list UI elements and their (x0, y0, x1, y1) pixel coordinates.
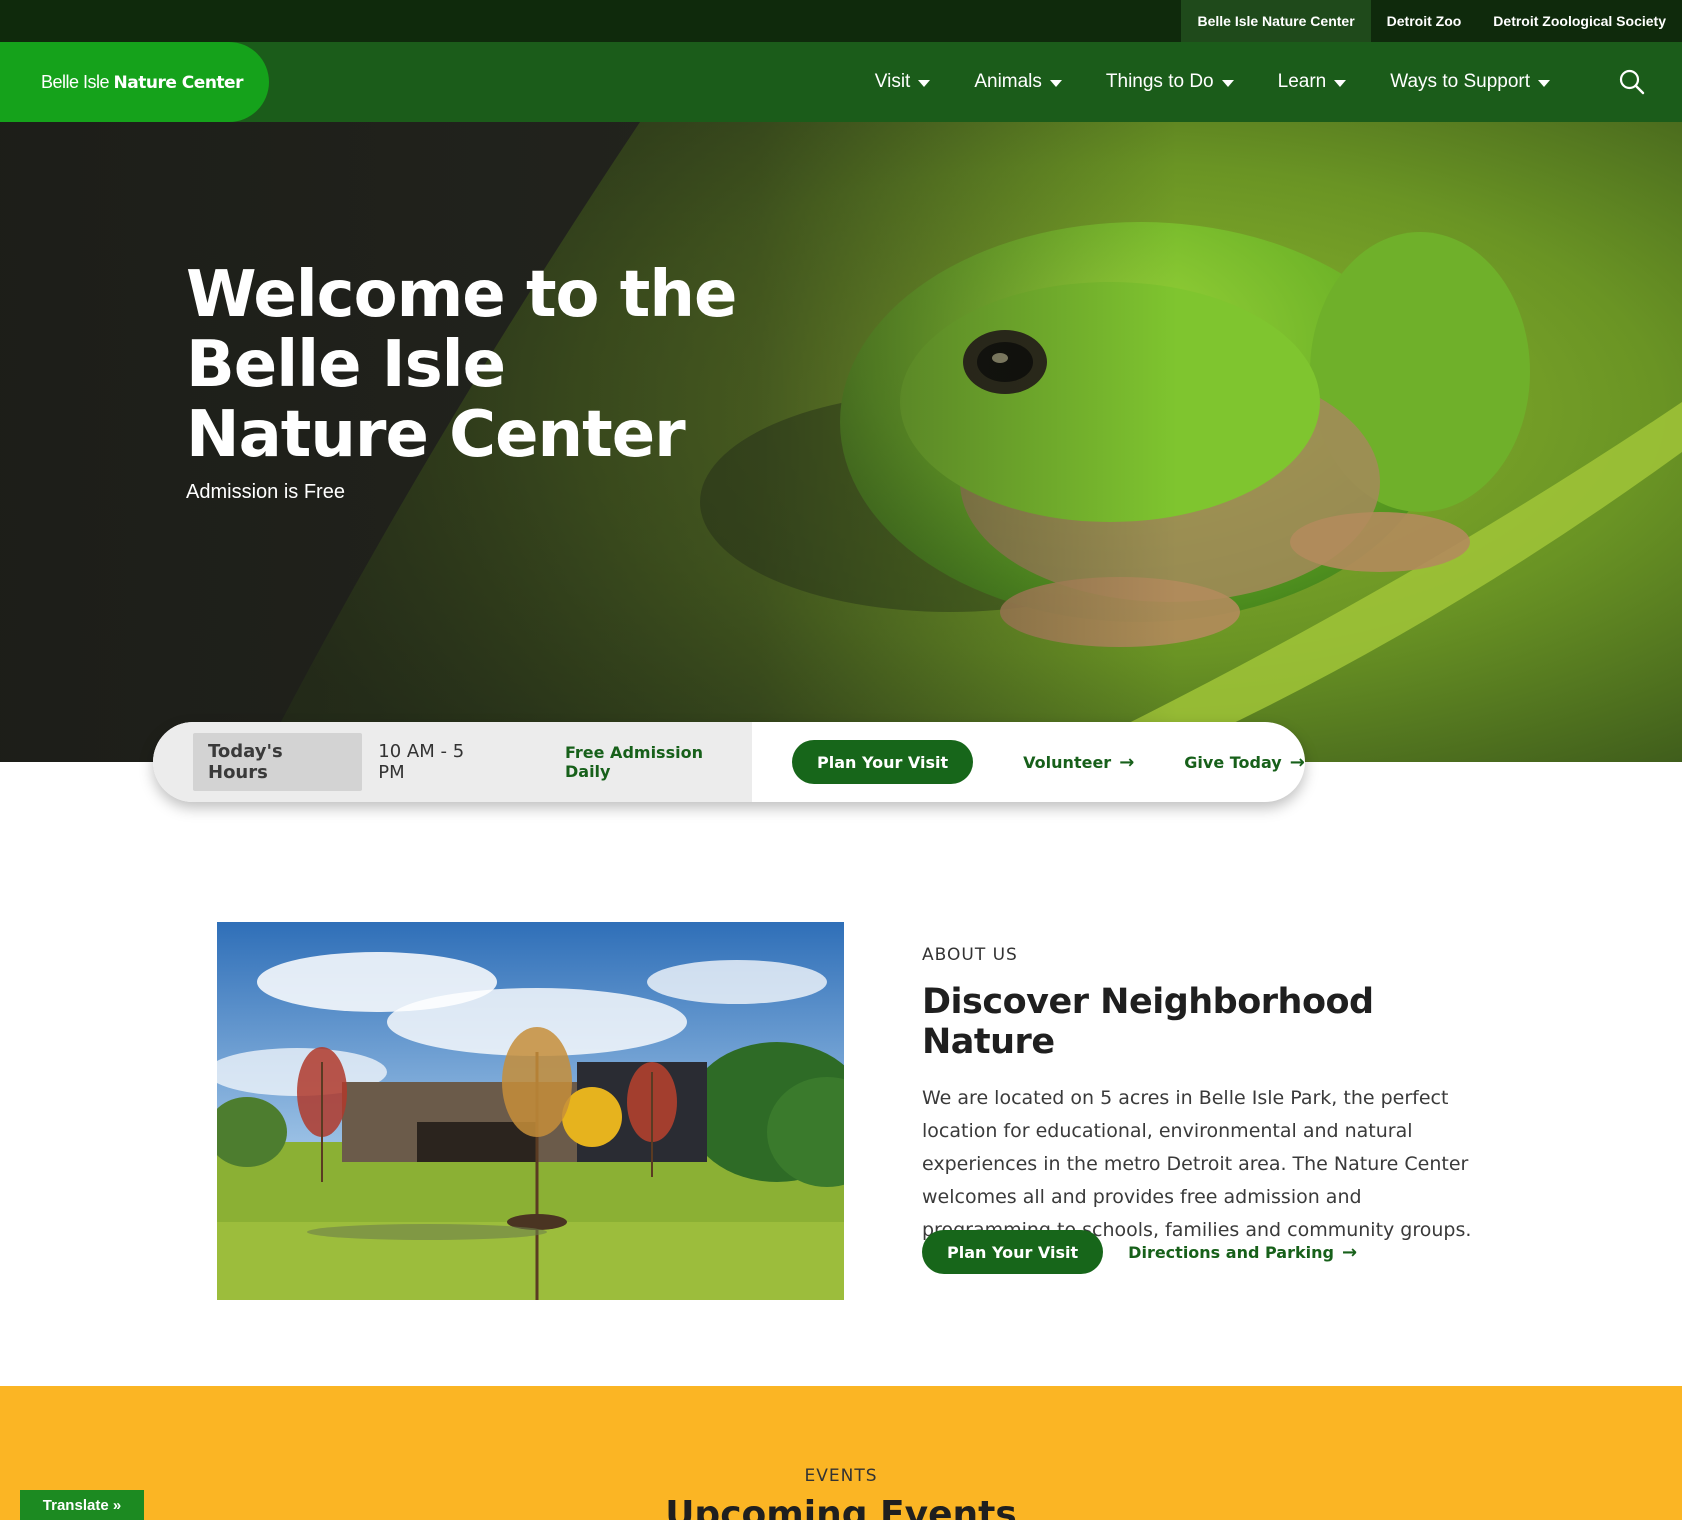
logo[interactable]: Belle Isle Nature Center (0, 42, 269, 122)
nav-item-label: Learn (1277, 71, 1327, 92)
nav-item-animals[interactable]: Animals (952, 42, 1084, 122)
hero-banner: Welcome to the Belle Isle Nature Center … (0, 122, 1682, 762)
nav-item-label: Things to Do (1105, 71, 1214, 92)
arrow-right-icon: → (1289, 751, 1305, 773)
directions-link-label: Directions and Parking (1128, 1242, 1334, 1262)
nav-item-learn[interactable]: Learn (1256, 42, 1369, 122)
hero-subtitle: Admission is Free (186, 481, 345, 503)
nav-item-label: Animals (974, 71, 1042, 92)
utility-link-belle-isle[interactable]: Belle Isle Nature Center (1181, 0, 1371, 42)
nav-item-ways-to-support[interactable]: Ways to Support (1368, 42, 1572, 122)
translate-button[interactable]: Translate » (20, 1490, 144, 1520)
arrow-right-icon: → (1119, 751, 1135, 773)
logo-text-heavy: Nature Center (113, 72, 244, 93)
plan-your-visit-button[interactable]: Plan Your Visit (792, 740, 974, 784)
cta-panel: Plan Your Visit Volunteer → Give Today → (752, 722, 1305, 802)
caret-down-icon (1334, 79, 1347, 87)
volunteer-link-label: Volunteer (1023, 752, 1112, 772)
give-today-link-label: Give Today (1184, 752, 1282, 772)
utility-bar: Belle Isle Nature Center Detroit Zoo Det… (0, 0, 1682, 42)
volunteer-link[interactable]: Volunteer → (1023, 752, 1134, 773)
utility-link-detroit-zoo[interactable]: Detroit Zoo (1371, 0, 1478, 42)
nav-menu: Visit Animals Things to Do Learn Ways to… (853, 42, 1572, 122)
info-bar: Today's Hours 10 AM - 5 PM Free Admissio… (153, 722, 1305, 802)
about-section: ABOUT US Discover Neighborhood Nature We… (922, 945, 1482, 1247)
nature-center-building-image (217, 922, 844, 1300)
hero-title: Welcome to the Belle Isle Nature Center (186, 258, 737, 472)
todays-hours-label: Today's Hours (193, 733, 363, 791)
main-nav: Belle Isle Nature Center Visit Animals T… (0, 42, 1682, 122)
arrow-right-icon: → (1341, 1241, 1358, 1263)
nav-item-things-to-do[interactable]: Things to Do (1084, 42, 1256, 122)
caret-down-icon (1049, 79, 1062, 87)
logo-text-light: Belle Isle (41, 71, 114, 92)
utility-link-zoological-society[interactable]: Detroit Zoological Society (1477, 0, 1682, 42)
about-eyebrow: ABOUT US (922, 945, 1018, 965)
todays-hours-value: 10 AM - 5 PM (378, 741, 465, 783)
events-section: EVENTS Upcoming Events (0, 1386, 1682, 1520)
caret-down-icon (918, 79, 931, 87)
nav-item-label: Visit (874, 71, 911, 92)
hours-panel: Today's Hours 10 AM - 5 PM Free Admissio… (153, 722, 752, 802)
events-eyebrow: EVENTS (804, 1466, 878, 1486)
about-body: We are located on 5 acres in Belle Isle … (922, 1087, 1472, 1241)
logo-text: Belle Isle Nature Center (41, 72, 243, 93)
events-title: Upcoming Events (665, 1494, 1017, 1520)
caret-down-icon (1221, 79, 1234, 87)
about-plan-your-visit-button[interactable]: Plan Your Visit (922, 1230, 1104, 1274)
directions-and-parking-link[interactable]: Directions and Parking → (1128, 1242, 1357, 1263)
give-today-link[interactable]: Give Today → (1184, 752, 1305, 773)
free-admission-text: Free Admission Daily (564, 743, 703, 781)
search-icon[interactable] (1618, 68, 1646, 96)
caret-down-icon (1538, 79, 1550, 87)
nav-item-label: Ways to Support (1390, 71, 1530, 92)
nav-item-visit[interactable]: Visit (853, 42, 953, 122)
about-title: Discover Neighborhood Nature (922, 982, 1374, 1062)
about-ctas: Plan Your Visit Directions and Parking → (922, 1230, 1357, 1274)
